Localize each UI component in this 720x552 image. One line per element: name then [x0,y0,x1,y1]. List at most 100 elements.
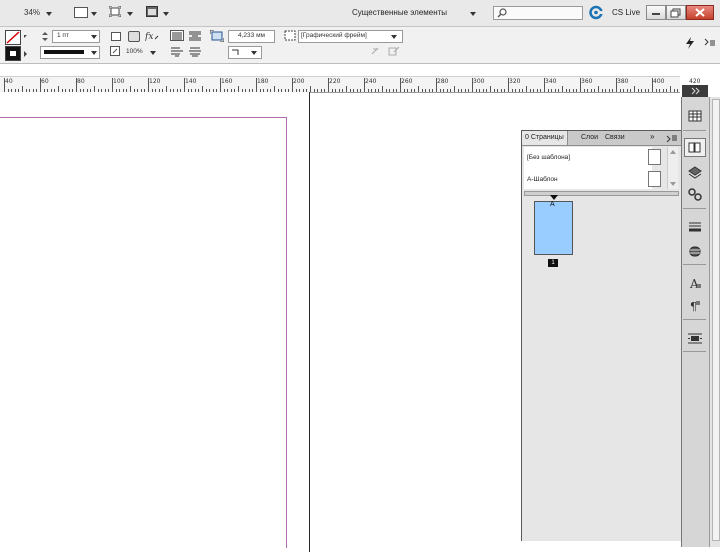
corner-options-icon[interactable] [128,31,140,42]
screen-mode-dropdown-icon[interactable] [127,12,133,16]
ruler-tick [482,89,484,92]
workspace-switcher[interactable]: Существенные элементы [352,8,447,17]
dock-button-pages[interactable] [684,138,706,157]
quick-apply-icon[interactable] [684,37,696,49]
redefine-style-icon[interactable] [388,46,400,56]
ruler-tick [587,89,589,92]
corner-shape-select[interactable] [228,46,262,59]
stroke-weight-field[interactable]: 1 пт [52,30,100,43]
clear-overrides-icon[interactable] [370,46,380,56]
stroke-swatch[interactable] [5,46,21,61]
stroke-expand-icon[interactable] [24,51,27,57]
scale-dropdown-icon[interactable] [150,51,156,55]
stroke-type-select[interactable] [40,46,100,59]
dimension-field[interactable]: 4,233 мм [228,30,275,43]
ruler-tick [659,89,661,92]
dock-button-character-styles[interactable]: A [684,274,706,293]
dock-button-links[interactable] [684,185,706,204]
scroll-down-icon[interactable] [670,182,676,186]
ruler-tick [490,86,491,92]
stroke-type-dropdown-icon[interactable] [91,51,97,55]
object-style-select[interactable]: [Графический фрейм] [298,30,403,43]
ruler-tick [630,89,632,92]
text-wrap-jump-icon[interactable] [188,30,202,41]
ruler-tick [580,78,581,92]
page-thumbnail[interactable]: A [534,201,573,255]
minimize-button[interactable] [646,5,666,20]
dock-button-paragraph-styles[interactable]: ¶ [684,296,706,315]
ruler-label: 360 [581,78,593,85]
dock-button-table[interactable] [684,107,706,126]
fx-effects-icon[interactable]: fx [145,30,159,41]
ruler-tick [446,89,448,92]
ruler-label: 420 [689,78,701,85]
workspace-dropdown-icon[interactable] [470,12,476,16]
paragraph-styles-icon: ¶ [690,300,700,313]
ruler-tick [508,78,509,92]
ruler-tick [317,89,319,92]
stroke-weight-stepper-icon[interactable] [40,31,50,42]
text-wrap-bounding-icon[interactable] [170,30,184,41]
ruler-tick [515,89,517,92]
tab-layers-label: Слои [581,134,599,141]
close-button[interactable] [686,5,714,20]
more-tabs-button[interactable]: » [650,132,654,141]
dock-button-stroke[interactable] [684,218,706,237]
dock-scroll-thumb[interactable] [712,99,720,541]
view-options-dropdown-icon[interactable] [91,12,97,16]
ruler-tick [468,89,470,92]
drop-shadow-icon[interactable] [111,32,121,41]
master-item-a[interactable]: А-Шаблон [527,176,558,183]
fill-swatch[interactable] [5,30,21,45]
dock-button-layers[interactable] [684,163,706,182]
align-center-icon[interactable] [188,46,202,57]
cs-live-label[interactable]: CS Live [612,8,640,17]
dock-separator [683,264,706,265]
master-item-none[interactable]: [Без шаблона] [527,154,570,161]
horizontal-ruler[interactable]: 40 60 80 100 120 140 160 180 200 220 240… [0,76,700,93]
dock-separator [683,319,706,320]
stroke-icon [689,222,701,232]
ruler-tick [486,89,488,92]
ruler-tick [403,89,405,92]
dock-button-text-wrap[interactable] [684,329,706,348]
panel-splitter[interactable] [524,191,679,196]
tab-pages[interactable]: 0 Страницы [522,131,568,145]
master-none-thumbnail[interactable] [648,149,661,165]
fill-expand-icon[interactable] [24,35,27,38]
corner-shape-dropdown-icon[interactable] [251,51,257,55]
ruler-label: 100 [113,78,125,85]
ruler-tick [425,89,427,92]
ruler-tick [328,78,329,92]
ruler-tick [331,89,333,92]
dock-button-swatches[interactable] [684,242,706,261]
object-style-dropdown-icon[interactable] [391,35,397,39]
dock-scrollbar[interactable] [709,97,720,547]
page-master-marker-icon [550,195,558,200]
maximize-button[interactable] [666,5,686,20]
masters-scrollbar[interactable] [667,147,678,189]
align-left-icon[interactable] [170,46,184,57]
zoom-dropdown-icon[interactable] [46,12,52,16]
screen-mode-icon[interactable] [108,5,122,18]
panel-menu-icon[interactable] [666,133,678,143]
tab-layers[interactable]: Слои [578,131,601,145]
collapse-dock-icon[interactable] [691,87,701,95]
scroll-up-icon[interactable] [670,150,676,154]
dock-header[interactable] [682,85,708,97]
ruler-tick [634,86,635,92]
ruler-tick [464,89,466,92]
layers-icon [688,166,702,179]
search-input[interactable] [493,6,583,20]
arrange-documents-dropdown-icon[interactable] [163,12,169,16]
scale-percent-value[interactable]: 100% [126,48,143,55]
master-a-thumbnail[interactable] [648,171,661,187]
ruler-label: 60 [41,78,49,85]
tab-links[interactable]: Связи [602,131,628,145]
panel-menu-icon[interactable] [704,38,716,48]
view-options-icon[interactable] [74,7,88,18]
zoom-level[interactable]: 34% [24,8,40,17]
cs-live-icon[interactable] [589,5,605,20]
arrange-documents-icon[interactable] [146,6,158,17]
stroke-weight-dropdown-icon[interactable] [91,35,97,39]
